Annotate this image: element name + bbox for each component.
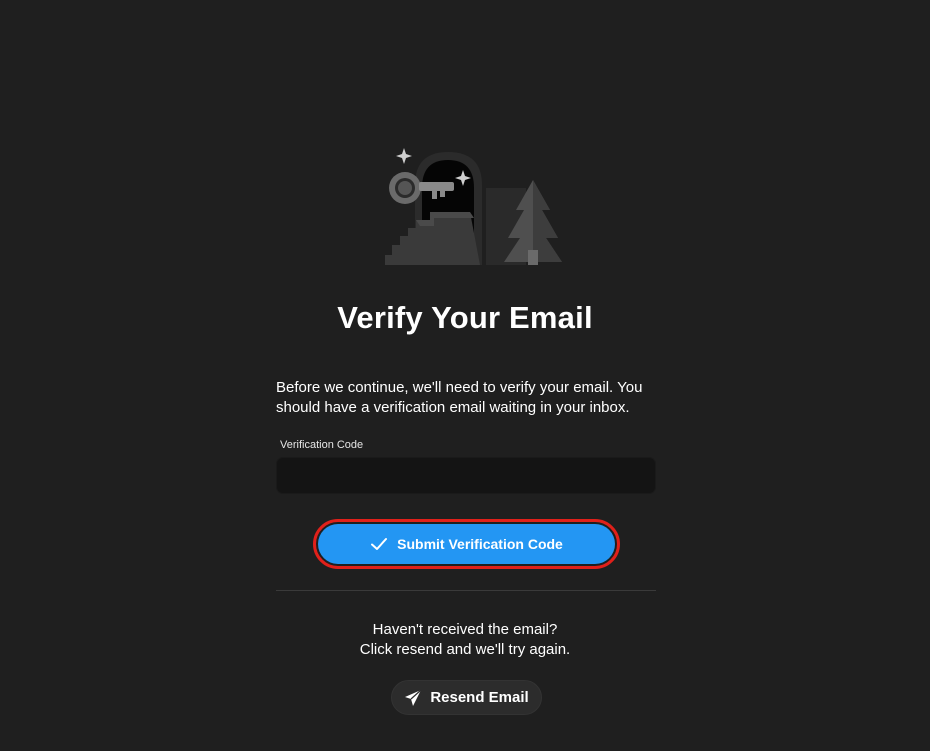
submit-button-label: Submit Verification Code [397,536,563,552]
resend-prompt-line2: Click resend and we'll try again. [359,641,571,658]
page-title: Verify Your Email [337,300,593,335]
resend-button-label: Resend Email [430,689,529,706]
verification-code-input[interactable] [276,457,656,494]
submit-verification-button[interactable]: Submit Verification Code [318,524,615,564]
key-door-illustration [385,148,562,265]
paper-plane-icon [404,689,422,707]
resend-prompt-line1: Haven't received the email? [372,621,558,638]
resend-prompt: Haven't received the email? Click resend… [0,620,930,660]
submit-button-highlight: Submit Verification Code [313,519,620,569]
checkmark-icon [370,535,388,553]
verification-description: Before we continue, we'll need to verify… [276,379,643,416]
section-divider [276,590,656,591]
verification-code-label: Verification Code [280,439,364,451]
verify-email-page: Verify Your Email Before we continue, we… [0,0,930,751]
resend-email-button[interactable]: Resend Email [391,680,542,715]
